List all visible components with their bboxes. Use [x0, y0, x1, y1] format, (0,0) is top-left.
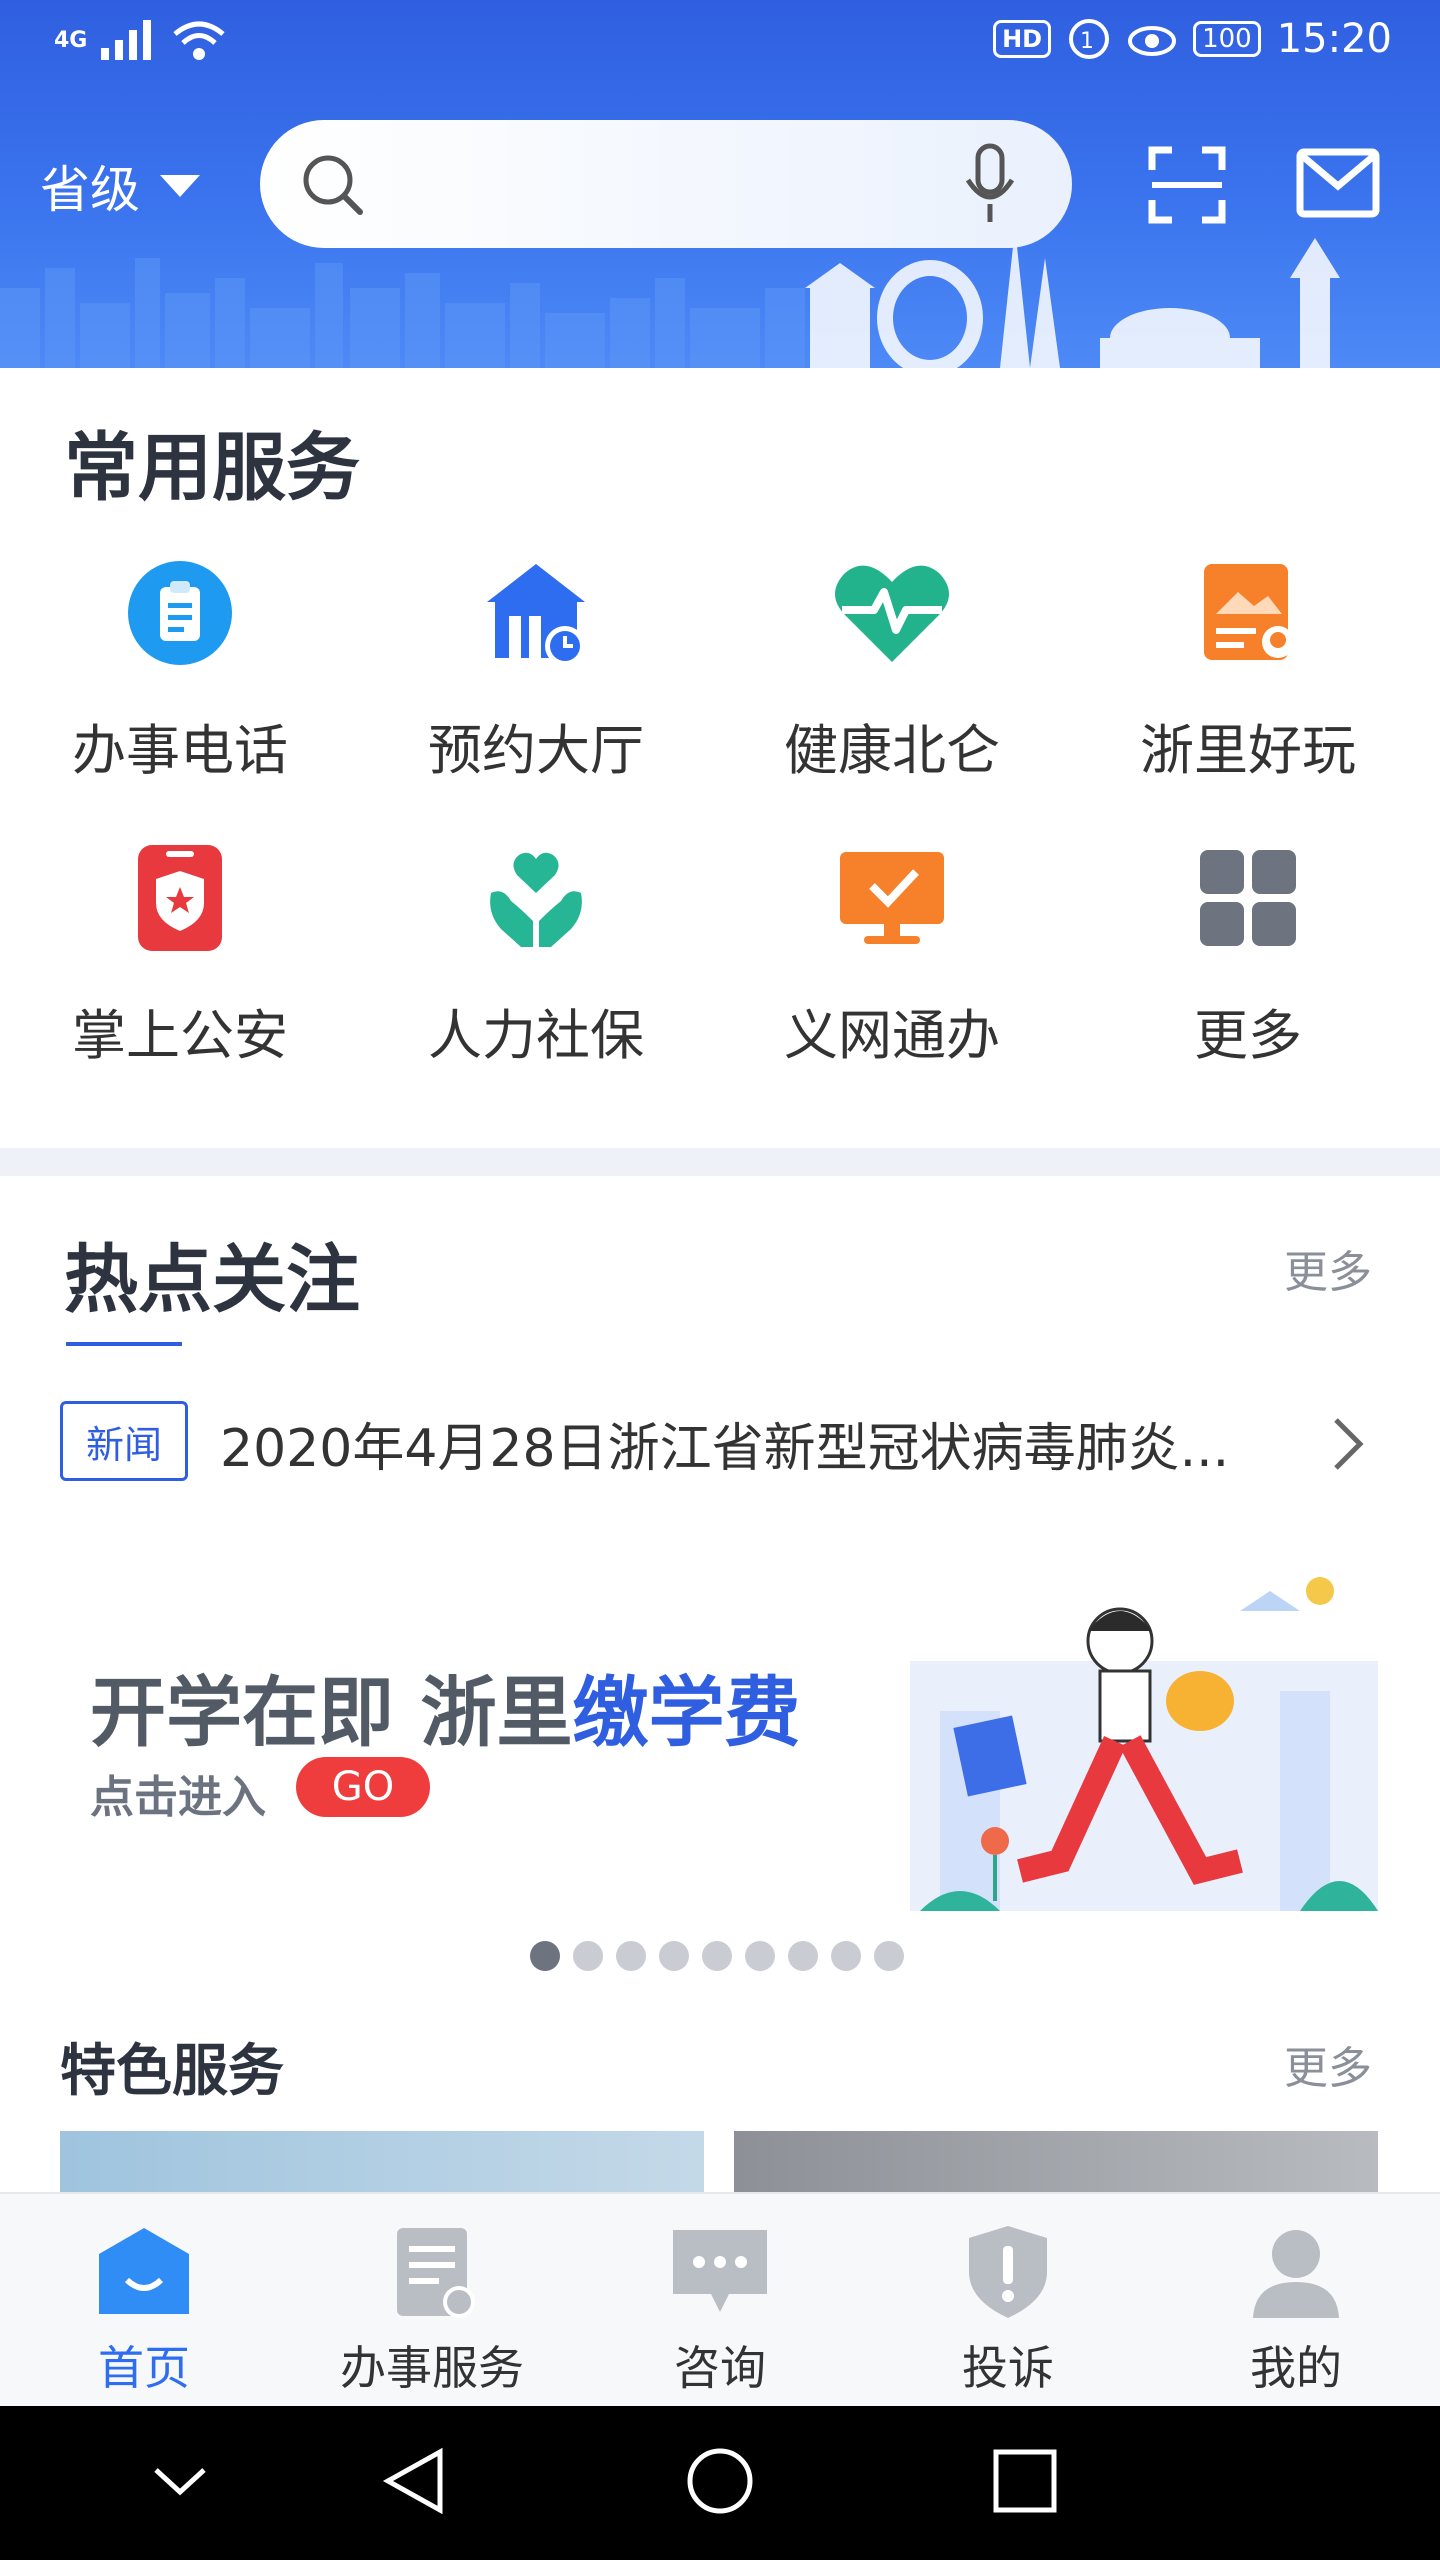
- recents-icon[interactable]: [990, 2446, 1060, 2516]
- tab-mine[interactable]: 我的: [1152, 2224, 1440, 2398]
- service-label: 预约大厅: [428, 719, 644, 782]
- chat-icon: [673, 2230, 767, 2312]
- service-item[interactable]: 浙里好玩: [1068, 548, 1428, 798]
- search-input[interactable]: [260, 120, 1072, 248]
- police-phone-icon: [115, 833, 245, 963]
- svg-text:1: 1: [1080, 29, 1094, 54]
- service-item[interactable]: 掌上公安: [0, 833, 360, 1083]
- tab-label: 我的: [1250, 2341, 1342, 2395]
- caret-down-icon: [160, 175, 200, 197]
- back-icon[interactable]: [380, 2446, 450, 2516]
- featured-card-image[interactable]: [734, 2131, 1378, 2201]
- featured-more-link[interactable]: 更多: [1284, 2032, 1372, 2096]
- hall-clock-icon: [471, 548, 601, 678]
- service-label: 更多: [1194, 1004, 1302, 1067]
- common-services-card: 常用服务 办事电话 预约大厅 健康北仑 浙里好玩 掌上公安 人力社保 义网通办 …: [0, 368, 1440, 1148]
- banner-subtitle: 点击进入: [90, 1772, 266, 1823]
- banner-headline: 开学在即 浙里缴学费: [90, 1668, 801, 1757]
- featured-services-title: 特色服务: [60, 2039, 284, 2104]
- home-circle-icon[interactable]: [685, 2446, 755, 2516]
- status-bar: 4G HD 1 100 15:20: [0, 0, 1440, 96]
- hd-badge: HD: [993, 20, 1052, 58]
- service-label: 义网通办: [784, 1004, 1000, 1067]
- tab-complaint[interactable]: 投诉: [864, 2224, 1152, 2398]
- signal-icon: [101, 20, 152, 60]
- service-label: 浙里好玩: [1140, 719, 1356, 782]
- chevron-right-icon[interactable]: [1330, 1414, 1366, 1474]
- tab-consult[interactable]: 咨询: [576, 2224, 864, 2398]
- data-saver-icon: 1: [1069, 19, 1110, 59]
- tab-home[interactable]: 首页: [0, 2224, 288, 2398]
- carousel-dot[interactable]: [874, 1941, 904, 1971]
- carousel-dot[interactable]: [530, 1941, 560, 1971]
- carousel-dot[interactable]: [745, 1941, 775, 1971]
- promo-banner[interactable]: 开学在即 浙里缴学费 点击进入 GO: [60, 1571, 1378, 1911]
- service-label: 办事电话: [72, 719, 288, 782]
- service-doc-icon: [397, 2228, 475, 2318]
- map-pin-card-icon: [1183, 548, 1313, 678]
- service-item[interactable]: 更多: [1068, 833, 1428, 1083]
- title-underline: [66, 1342, 182, 1346]
- tab-label: 办事服务: [340, 2341, 524, 2395]
- carousel-dot[interactable]: [702, 1941, 732, 1971]
- carousel-dot[interactable]: [659, 1941, 689, 1971]
- featured-card-image[interactable]: [60, 2131, 704, 2201]
- news-headline[interactable]: 2020年4月28日浙江省新型冠状病毒肺炎...: [220, 1406, 1229, 1481]
- region-selector[interactable]: 省级: [40, 150, 200, 222]
- hot-topics-card: 热点关注 更多 新闻 2020年4月28日浙江省新型冠状病毒肺炎... 开学在即…: [0, 1176, 1440, 2201]
- hot-topics-more-link[interactable]: 更多: [1284, 1236, 1372, 1300]
- region-label: 省级: [40, 161, 140, 219]
- system-navigation-bar: [0, 2406, 1440, 2560]
- service-item[interactable]: 健康北仑: [712, 548, 1072, 798]
- tab-label: 投诉: [962, 2341, 1054, 2395]
- service-item[interactable]: 预约大厅: [356, 548, 716, 798]
- clipboard-icon: [115, 548, 245, 678]
- network-type: 4G: [54, 27, 88, 53]
- shield-alert-icon: [969, 2226, 1047, 2318]
- tab-services[interactable]: 办事服务: [288, 2224, 576, 2398]
- service-item[interactable]: 办事电话: [0, 548, 360, 798]
- common-services-title: 常用服务: [64, 425, 360, 511]
- hot-topics-title: 热点关注: [64, 1237, 360, 1323]
- scan-icon[interactable]: [1148, 146, 1226, 224]
- tab-label: 首页: [98, 2341, 190, 2395]
- battery-level: 100: [1193, 21, 1261, 57]
- user-icon: [1253, 2230, 1339, 2318]
- search-icon: [303, 155, 363, 215]
- service-label: 掌上公安: [72, 1004, 288, 1067]
- go-button[interactable]: GO: [296, 1757, 430, 1817]
- news-tag: 新闻: [60, 1401, 188, 1481]
- header: 4G HD 1 100 15:20 省级: [0, 0, 1440, 368]
- carousel-dot[interactable]: [831, 1941, 861, 1971]
- carousel-indicator: [530, 1941, 904, 1971]
- service-item[interactable]: 义网通办: [712, 833, 1072, 1083]
- tab-label: 咨询: [674, 2341, 766, 2395]
- monitor-check-icon: [827, 833, 957, 963]
- home-icon: [99, 2228, 189, 2314]
- heartbeat-icon: [827, 548, 957, 678]
- status-time: 15:20: [1276, 16, 1392, 62]
- grid-icon: [1183, 833, 1313, 963]
- carousel-dot[interactable]: [616, 1941, 646, 1971]
- chevron-down-icon[interactable]: [150, 2446, 210, 2516]
- mail-icon[interactable]: [1296, 148, 1380, 218]
- student-running-illustration: [910, 1577, 1378, 1911]
- service-label: 健康北仑: [784, 719, 1000, 782]
- eye-comfort-icon: [1128, 26, 1177, 56]
- microphone-icon[interactable]: [960, 142, 1020, 226]
- wifi-icon: [173, 21, 225, 60]
- hands-heart-icon: [471, 833, 601, 963]
- carousel-dot[interactable]: [573, 1941, 603, 1971]
- service-item[interactable]: 人力社保: [356, 833, 716, 1083]
- bottom-tab-bar: 首页 办事服务 咨询 投诉 我的: [0, 2192, 1440, 2406]
- service-label: 人力社保: [428, 1004, 644, 1067]
- carousel-dot[interactable]: [788, 1941, 818, 1971]
